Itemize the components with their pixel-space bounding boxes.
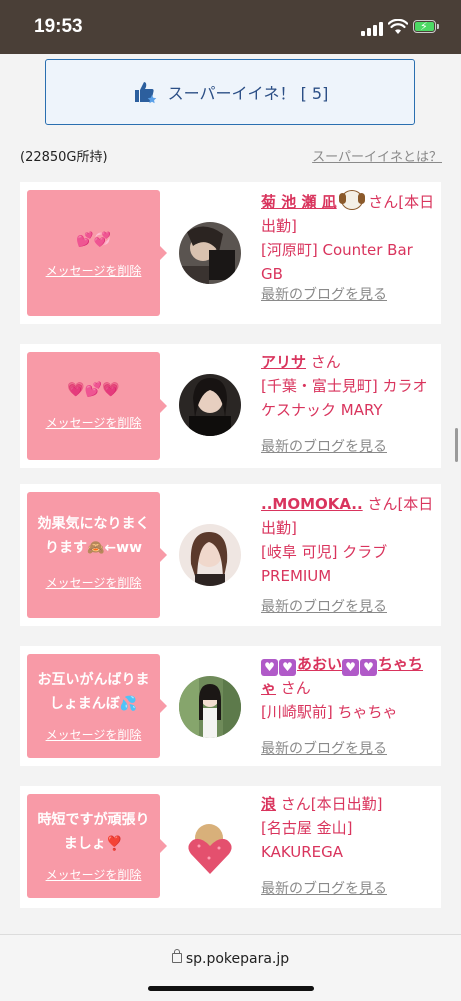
shop-name: [千葉・富士見町] カラオケスナック MARY <box>261 377 428 419</box>
cast-name[interactable]: 浪 <box>261 795 276 813</box>
lock-icon <box>171 949 182 963</box>
url-text: sp.pokepara.jp <box>185 951 290 967</box>
message-bubble: 💕💞 メッセージを削除 <box>27 190 167 316</box>
latest-blog-link[interactable]: 最新のブログを見る <box>261 284 387 304</box>
cast-info: アリサ さん [千葉・富士見町] カラオケスナック MARY <box>261 350 437 422</box>
status-bar: 19:53 ⚡ <box>0 0 461 54</box>
message-text: 時短ですが頑張りましょ❣️ <box>37 812 150 852</box>
delete-message-link[interactable]: メッセージを削除 <box>27 262 160 279</box>
url-display[interactable]: sp.pokepara.jp <box>0 949 461 967</box>
message-card: 💕💞 メッセージを削除 菊 池 瀬 凪 さん[本日出勤] [河原町] Count… <box>20 182 441 324</box>
latest-blog-link[interactable]: 最新のブログを見る <box>261 878 387 898</box>
cast-info: ..MOMOKA.. さん[本日出勤] [岐阜 可児] クラブPREMIUM <box>261 492 437 588</box>
delete-message-link[interactable]: メッセージを削除 <box>27 726 160 743</box>
shop-name: [名古屋 金山] KAKUREGA <box>261 819 353 861</box>
cast-info: ♥ ♥ あおい ♥ ♥ ちゃちゃ さん [川崎駅前] ちゃちゃ <box>261 652 437 724</box>
avatar[interactable] <box>179 374 241 436</box>
cast-info: 浪 さん[本日出勤] [名古屋 金山] KAKUREGA <box>261 792 437 864</box>
heart-icon: ♥ <box>261 659 278 676</box>
dog-emoji-icon <box>339 190 366 210</box>
latest-blog-link[interactable]: 最新のブログを見る <box>261 596 387 616</box>
avatar[interactable] <box>179 816 241 878</box>
cast-suffix: さん[本日出勤] <box>280 795 383 813</box>
message-bubble: 時短ですが頑張りましょ❣️ メッセージを削除 <box>27 794 167 898</box>
message-bubble: お互いがんばりましょまんぼ💦 メッセージを削除 <box>27 654 167 758</box>
message-text: 💗💕💗 <box>67 382 120 398</box>
signal-icon <box>361 22 383 36</box>
message-card: 時短ですが頑張りましょ❣️ メッセージを削除 浪 さん[本日出勤] [名古屋 金… <box>20 786 441 908</box>
message-bubble: 💗💕💗 メッセージを削除 <box>27 352 167 460</box>
battery-icon: ⚡ <box>413 20 441 34</box>
status-time: 19:53 <box>34 16 83 37</box>
shop-name: [岐阜 可児] クラブPREMIUM <box>261 543 388 585</box>
super-like-button[interactable]: スーパーイイネ！ [ 5] <box>45 59 415 125</box>
about-super-like-link[interactable]: スーパーイイネとは？ <box>312 146 442 165</box>
heart-icon: ♥ <box>342 659 360 676</box>
cast-name[interactable]: 菊 池 瀬 凪 <box>261 193 337 211</box>
thumbs-up-icon <box>134 82 156 104</box>
avatar[interactable] <box>179 676 241 738</box>
message-text: 効果気になりまくります🙈←ww <box>37 516 150 556</box>
message-text: 💕💞 <box>76 232 111 248</box>
home-indicator[interactable] <box>148 986 314 991</box>
meta-row: (22850G所持) スーパーイイネとは？ <box>20 146 442 166</box>
cast-name[interactable]: アリサ <box>261 353 306 371</box>
delete-message-link[interactable]: メッセージを削除 <box>27 574 160 591</box>
heart-icon: ♥ <box>279 659 296 676</box>
message-card: お互いがんばりましょまんぼ💦 メッセージを削除 ♥ ♥ あおい ♥ ♥ ちゃちゃ さん [… <box>20 646 441 766</box>
scrollbar[interactable] <box>455 428 458 462</box>
super-like-label: スーパーイイネ！ [ 5] <box>167 84 329 103</box>
latest-blog-link[interactable]: 最新のブログを見る <box>261 738 387 758</box>
latest-blog-link[interactable]: 最新のブログを見る <box>261 436 387 456</box>
shop-name: [河原町] Counter Bar GB <box>261 241 413 283</box>
cast-name[interactable]: ..MOMOKA.. <box>261 495 363 513</box>
message-card: 💗💕💗 メッセージを削除 アリサ さん [千葉・富士見町] カラオケスナック M… <box>20 344 441 468</box>
page-content: スーパーイイネ！ [ 5] (22850G所持) スーパーイイネとは？ 💕💞 メ… <box>0 54 461 934</box>
gold-balance: (22850G所持) <box>20 150 108 165</box>
shop-name: [川崎駅前] ちゃちゃ <box>261 703 398 721</box>
avatar[interactable] <box>179 524 241 586</box>
message-card: 効果気になりまくります🙈←ww メッセージを削除 ..MOMOKA.. さん[本… <box>20 484 441 626</box>
delete-message-link[interactable]: メッセージを削除 <box>27 414 160 431</box>
heart-icon: ♥ <box>360 659 378 676</box>
cast-suffix: さん <box>280 679 311 697</box>
wifi-icon <box>388 19 408 34</box>
cast-suffix: さん <box>310 353 341 371</box>
avatar[interactable] <box>179 222 241 284</box>
cast-info: 菊 池 瀬 凪 さん[本日出勤] [河原町] Counter Bar GB <box>261 190 437 286</box>
delete-message-link[interactable]: メッセージを削除 <box>27 866 160 883</box>
message-bubble: 効果気になりまくります🙈←ww メッセージを削除 <box>27 492 167 618</box>
message-text: お互いがんばりましょまんぼ💦 <box>37 672 150 712</box>
cast-name[interactable]: あおい <box>297 655 342 673</box>
